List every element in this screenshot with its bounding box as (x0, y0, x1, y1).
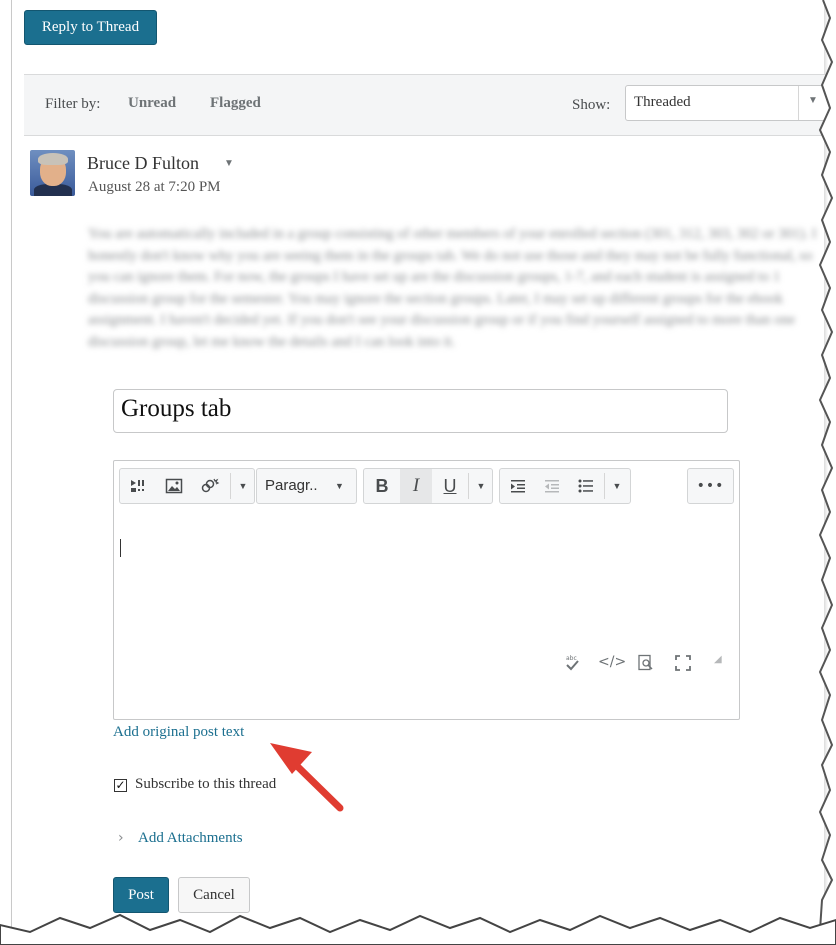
avatar (30, 150, 75, 196)
list-toolbar-group: ▼ (499, 468, 631, 504)
insert-toolbar-group: ▼ (119, 468, 255, 504)
more-options-button[interactable]: ••• (687, 468, 734, 504)
insert-link-icon[interactable] (192, 469, 228, 503)
paragraph-format-select[interactable]: Paragr.. ▼ (256, 468, 357, 504)
filter-bar: Filter by: Unread Flagged Show: Threaded… (24, 74, 835, 136)
post-date: August 28 at 7:20 PM (88, 179, 221, 195)
toolbar-divider (468, 473, 469, 499)
reply-to-thread-button[interactable]: Reply to Thread (24, 10, 157, 45)
text-style-toolbar-group: B I U ▼ (363, 468, 493, 504)
more-icon: ••• (696, 478, 725, 494)
fullscreen-icon[interactable] (674, 654, 692, 676)
preview-icon[interactable] (637, 654, 655, 676)
underline-icon[interactable]: U (434, 469, 466, 503)
toolbar-divider (230, 473, 231, 499)
paragraph-format-label: Paragr.. (265, 477, 318, 494)
chevron-right-icon[interactable]: › (118, 830, 124, 846)
post-body: You are automatically included in a grou… (88, 226, 817, 350)
filter-flagged-link[interactable]: Flagged (210, 95, 261, 112)
rich-text-editor[interactable]: ▼ Paragr.. ▼ B I U ▼ ▼ ••• abc </> ◢ (113, 460, 740, 720)
text-cursor (120, 539, 121, 557)
show-select[interactable]: Threaded ▼ (625, 85, 832, 121)
source-code-icon[interactable]: </> (598, 654, 626, 670)
show-label: Show: (572, 97, 611, 113)
outdent-icon[interactable] (536, 469, 568, 503)
svg-text:abc: abc (566, 655, 577, 662)
filter-label: Filter by: (45, 96, 101, 112)
chevron-down-icon[interactable]: ▼ (470, 469, 492, 503)
filter-unread-link[interactable]: Unread (128, 95, 176, 112)
resize-handle-icon[interactable]: ◢ (714, 654, 722, 665)
chevron-down-icon: ▼ (808, 95, 818, 106)
subject-input[interactable]: Groups tab (113, 389, 728, 433)
subscribe-label[interactable]: Subscribe to this thread (135, 776, 276, 793)
author-menu-caret-icon[interactable]: ▼ (224, 158, 234, 169)
insert-stuff-icon[interactable] (122, 469, 154, 503)
insert-image-icon[interactable] (158, 469, 190, 503)
indent-icon[interactable] (502, 469, 534, 503)
chevron-down-icon[interactable]: ▼ (232, 469, 254, 503)
add-original-post-text-link[interactable]: Add original post text (113, 724, 244, 741)
select-divider (798, 86, 799, 120)
post-button[interactable]: Post (113, 877, 169, 913)
bold-icon[interactable]: B (366, 469, 398, 503)
italic-icon[interactable]: I (400, 469, 432, 503)
chevron-down-icon: ▼ (335, 481, 344, 491)
bullet-list-icon[interactable] (570, 469, 602, 503)
show-select-value: Threaded (634, 94, 691, 110)
add-attachments-link[interactable]: Add Attachments (138, 830, 243, 847)
cancel-button[interactable]: Cancel (178, 877, 250, 913)
subscribe-checkbox[interactable]: ✓ (114, 779, 127, 792)
chevron-down-icon[interactable]: ▼ (606, 469, 628, 503)
post-author[interactable]: Bruce D Fulton (87, 153, 199, 174)
toolbar-divider (604, 473, 605, 499)
spellcheck-icon[interactable]: abc (564, 654, 580, 675)
